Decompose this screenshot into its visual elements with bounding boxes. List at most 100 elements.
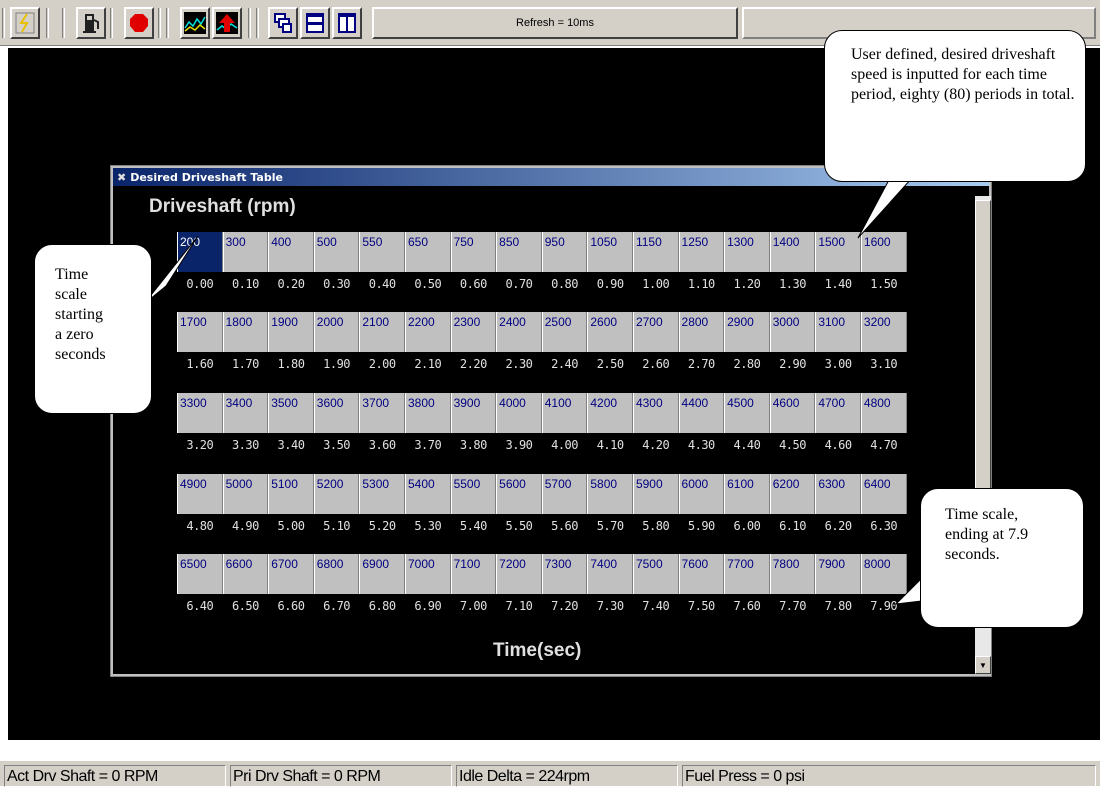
rpm-cell[interactable]: 5500 [450,474,497,514]
time-value: 2.30 [505,357,533,371]
rpm-cell[interactable]: 6500 [177,554,223,594]
scroll-down-button[interactable]: ▼ [975,656,991,674]
time-value: 5.70 [596,519,624,533]
split-vertical-button[interactable] [332,7,362,39]
chart-alert-button[interactable] [212,7,242,39]
time-value: 4.70 [870,438,898,452]
rpm-cell[interactable]: 1050 [587,232,633,272]
rpm-cell[interactable]: 6800 [313,554,360,594]
refresh-label: Refresh = 10ms [516,17,594,29]
split-vertical-icon [338,13,356,33]
stop-button[interactable] [124,7,154,39]
rpm-cell[interactable]: 7500 [632,554,679,594]
rpm-cell[interactable]: 2800 [678,312,725,352]
rpm-cell[interactable]: 6100 [724,474,770,514]
rpm-cell[interactable]: 3400 [222,393,269,433]
rpm-cell[interactable]: 4700 [815,393,861,433]
rpm-cell[interactable]: 950 [541,232,588,272]
rpm-cell[interactable]: 7300 [541,554,588,594]
rpm-cell[interactable]: 500 [313,232,360,272]
rpm-cell[interactable]: 5700 [541,474,588,514]
time-value: 3.60 [368,438,396,452]
rpm-cell[interactable]: 3100 [815,312,861,352]
rpm-cell[interactable]: 2400 [496,312,542,352]
rpm-cell[interactable]: 400 [268,232,314,272]
rpm-cell[interactable]: 4000 [496,393,542,433]
rpm-cell[interactable]: 1900 [268,312,314,352]
stack-windows-icon [274,13,292,33]
rpm-cell[interactable]: 5000 [222,474,269,514]
time-value: 1.90 [323,357,351,371]
rpm-cell[interactable]: 3500 [268,393,314,433]
rpm-cell[interactable]: 4400 [678,393,725,433]
rpm-cell[interactable]: 5900 [632,474,679,514]
rpm-cell[interactable]: 6300 [815,474,861,514]
rpm-cell[interactable]: 3900 [450,393,497,433]
time-value: 7.00 [459,599,487,613]
rpm-cell[interactable]: 1800 [222,312,269,352]
rpm-cell[interactable]: 1150 [632,232,679,272]
rpm-cell[interactable]: 2600 [587,312,633,352]
rpm-cell[interactable]: 4500 [724,393,770,433]
rpm-cell[interactable]: 300 [222,232,269,272]
rpm-cell[interactable]: 2100 [359,312,405,352]
rpm-cell[interactable]: 7600 [678,554,725,594]
time-row: 6.40 6.50 6.60 6.70 6.80 6.90 7.00 7.10 7.20 7.30… [177,599,907,619]
rpm-cell[interactable]: 4900 [177,474,223,514]
rpm-cell[interactable]: 2000 [313,312,360,352]
rpm-cell[interactable]: 6200 [769,474,816,514]
rpm-cell[interactable]: 1250 [678,232,725,272]
rpm-cell[interactable]: 7900 [815,554,861,594]
rpm-cell[interactable]: 4200 [587,393,633,433]
rpm-cell[interactable]: 6700 [268,554,314,594]
rpm-cell[interactable]: 1300 [724,232,770,272]
rpm-cell[interactable]: 5400 [404,474,451,514]
rpm-cell[interactable]: 3600 [313,393,360,433]
rpm-cell[interactable]: 5200 [313,474,360,514]
lightning-button[interactable] [10,7,40,39]
rpm-cell[interactable]: 4600 [769,393,816,433]
rpm-cell[interactable]: 7000 [404,554,451,594]
rpm-cell[interactable]: 7700 [724,554,770,594]
rpm-cell[interactable]: 3000 [769,312,816,352]
time-value: 5.90 [687,519,715,533]
rpm-cell[interactable]: 4300 [632,393,679,433]
rpm-cell[interactable]: 6000 [678,474,725,514]
rpm-cell[interactable]: 2500 [541,312,588,352]
rpm-cell[interactable]: 750 [450,232,497,272]
rpm-cell[interactable]: 1400 [769,232,816,272]
time-value: 5.10 [323,519,351,533]
rpm-cell[interactable]: 6400 [860,474,907,514]
time-value: 5.20 [368,519,396,533]
rpm-cell[interactable]: 5300 [359,474,405,514]
rpm-cell[interactable]: 7100 [450,554,497,594]
chart-button[interactable] [180,7,210,39]
rpm-cell[interactable]: 7200 [496,554,542,594]
rpm-cell[interactable]: 2300 [450,312,497,352]
rpm-cell[interactable]: 3200 [860,312,907,352]
rpm-cell[interactable]: 5100 [268,474,314,514]
stack-windows-button[interactable] [268,7,298,39]
rpm-cell[interactable]: 5800 [587,474,633,514]
status-pri-drv-shaft: Pri Drv Shaft = 0 RPM [230,765,452,787]
rpm-cell[interactable]: 6900 [359,554,405,594]
rpm-cell[interactable]: 7800 [769,554,816,594]
rpm-cell[interactable]: 650 [404,232,451,272]
rpm-cell[interactable]: 2200 [404,312,451,352]
rpm-cell[interactable]: 5600 [496,474,542,514]
rpm-cell[interactable]: 3700 [359,393,405,433]
rpm-cell[interactable]: 4100 [541,393,588,433]
rpm-cell[interactable]: 1700 [177,312,223,352]
rpm-cell[interactable]: 3300 [177,393,223,433]
table-heading: Driveshaft (rpm) [149,196,296,217]
rpm-cell[interactable]: 2900 [724,312,770,352]
rpm-cell[interactable]: 3800 [404,393,451,433]
rpm-cell[interactable]: 4800 [860,393,907,433]
rpm-cell[interactable]: 850 [496,232,542,272]
split-horizontal-button[interactable] [300,7,330,39]
rpm-cell[interactable]: 6600 [222,554,269,594]
fuel-pump-button[interactable] [76,7,106,39]
rpm-cell[interactable]: 550 [359,232,405,272]
rpm-cell[interactable]: 7400 [587,554,633,594]
rpm-cell[interactable]: 2700 [632,312,679,352]
